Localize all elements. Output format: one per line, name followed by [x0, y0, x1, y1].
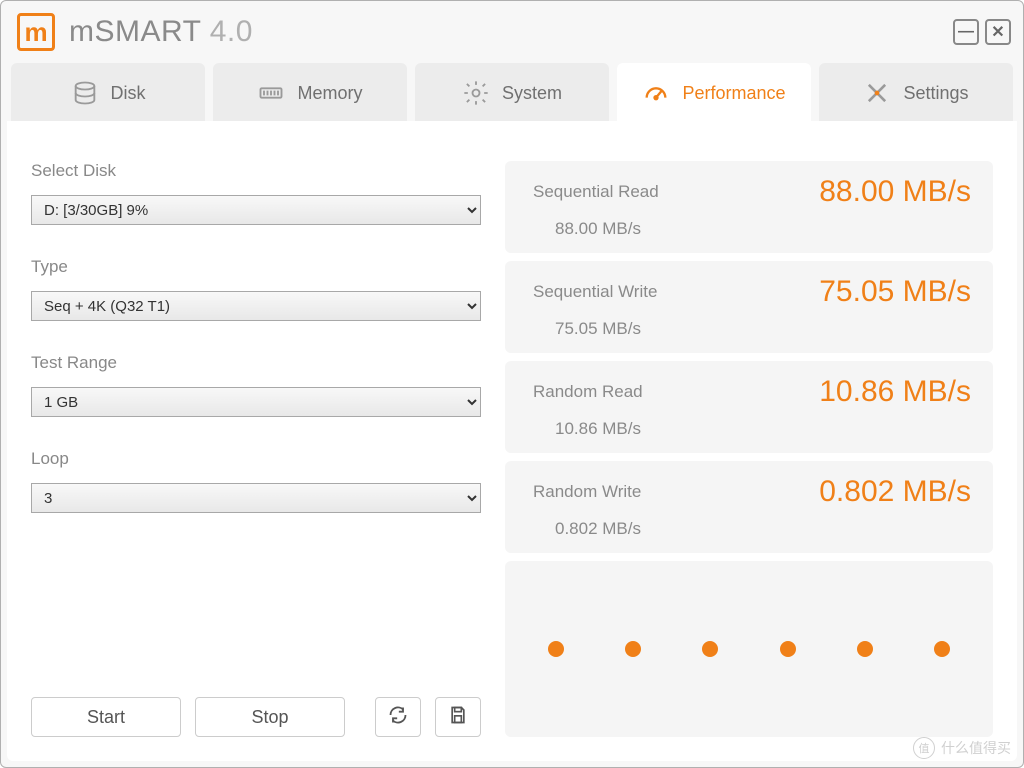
result-subvalue: 88.00 MB/s	[555, 219, 971, 239]
result-value: 75.05 MB/s	[819, 275, 971, 309]
tab-label: Memory	[297, 83, 362, 104]
test-range-dropdown[interactable]: 1 GB	[31, 387, 481, 417]
result-random-read: Random Read 10.86 MB/s 10.86 MB/s	[505, 361, 993, 453]
label-test-range: Test Range	[31, 353, 481, 373]
minimize-button[interactable]: —	[953, 19, 979, 45]
action-buttons: Start Stop	[31, 697, 481, 737]
result-value: 88.00 MB/s	[819, 175, 971, 209]
field-type: Type Seq + 4K (Q32 T1)	[31, 257, 481, 321]
label-type: Type	[31, 257, 481, 277]
result-title: Random Write	[533, 482, 641, 502]
refresh-button[interactable]	[375, 697, 421, 737]
result-value: 10.86 MB/s	[819, 375, 971, 409]
progress-dot-icon	[780, 641, 796, 657]
app-name: mSMART	[69, 15, 201, 48]
tab-memory[interactable]: Memory	[213, 63, 407, 123]
field-test-range: Test Range 1 GB	[31, 353, 481, 417]
tab-system[interactable]: System	[415, 63, 609, 123]
titlebar: m mSMART 4.0 — ✕	[7, 7, 1017, 63]
result-sequential-write: Sequential Write 75.05 MB/s 75.05 MB/s	[505, 261, 993, 353]
tab-settings[interactable]: Settings	[819, 63, 1013, 123]
loop-dropdown[interactable]: 3	[31, 483, 481, 513]
results-panel: Sequential Read 88.00 MB/s 88.00 MB/s Se…	[505, 161, 993, 737]
field-select-disk: Select Disk D: [3/30GB] 9%	[31, 161, 481, 225]
memory-icon	[257, 79, 285, 107]
tab-disk[interactable]: Disk	[11, 63, 205, 123]
result-sequential-read: Sequential Read 88.00 MB/s 88.00 MB/s	[505, 161, 993, 253]
label-select-disk: Select Disk	[31, 161, 481, 181]
type-dropdown[interactable]: Seq + 4K (Q32 T1)	[31, 291, 481, 321]
progress-dot-icon	[934, 641, 950, 657]
app-title: mSMART 4.0	[69, 15, 253, 49]
progress-dot-icon	[625, 641, 641, 657]
tab-label: Disk	[111, 83, 146, 104]
tab-label: Settings	[903, 83, 968, 104]
controls-panel: Select Disk D: [3/30GB] 9% Type Seq + 4K…	[31, 161, 481, 737]
progress-dot-icon	[548, 641, 564, 657]
stop-button[interactable]: Stop	[195, 697, 345, 737]
progress-dot-icon	[857, 641, 873, 657]
label-loop: Loop	[31, 449, 481, 469]
app-logo-icon: m	[17, 13, 55, 51]
tab-performance[interactable]: Performance	[617, 63, 811, 123]
watermark-text: 什么值得买	[941, 738, 1011, 758]
watermark-icon: 值	[913, 737, 935, 759]
result-title: Sequential Write	[533, 282, 657, 302]
app-version: 4.0	[210, 15, 253, 48]
progress-dots	[505, 561, 993, 737]
field-loop: Loop 3	[31, 449, 481, 513]
result-title: Sequential Read	[533, 182, 659, 202]
gauge-icon	[642, 79, 670, 107]
select-disk-dropdown[interactable]: D: [3/30GB] 9%	[31, 195, 481, 225]
result-subvalue: 0.802 MB/s	[555, 519, 971, 539]
result-title: Random Read	[533, 382, 643, 402]
watermark: 值 什么值得买	[913, 737, 1011, 759]
disk-icon	[71, 79, 99, 107]
tab-bar: Disk Memory System Performance Settings	[7, 63, 1017, 123]
close-button[interactable]: ✕	[985, 19, 1011, 45]
settings-x-icon	[863, 79, 891, 107]
result-subvalue: 10.86 MB/s	[555, 419, 971, 439]
refresh-icon	[388, 705, 408, 730]
app-window: m mSMART 4.0 — ✕ Disk Memory System	[0, 0, 1024, 768]
result-random-write: Random Write 0.802 MB/s 0.802 MB/s	[505, 461, 993, 553]
save-button[interactable]	[435, 697, 481, 737]
save-icon	[448, 705, 468, 730]
tab-label: System	[502, 83, 562, 104]
start-button[interactable]: Start	[31, 697, 181, 737]
result-value: 0.802 MB/s	[819, 475, 971, 509]
progress-dot-icon	[702, 641, 718, 657]
window-controls: — ✕	[953, 19, 1011, 45]
tab-label: Performance	[682, 83, 785, 104]
gear-icon	[462, 79, 490, 107]
result-subvalue: 75.05 MB/s	[555, 319, 971, 339]
content-area: Select Disk D: [3/30GB] 9% Type Seq + 4K…	[7, 121, 1017, 761]
